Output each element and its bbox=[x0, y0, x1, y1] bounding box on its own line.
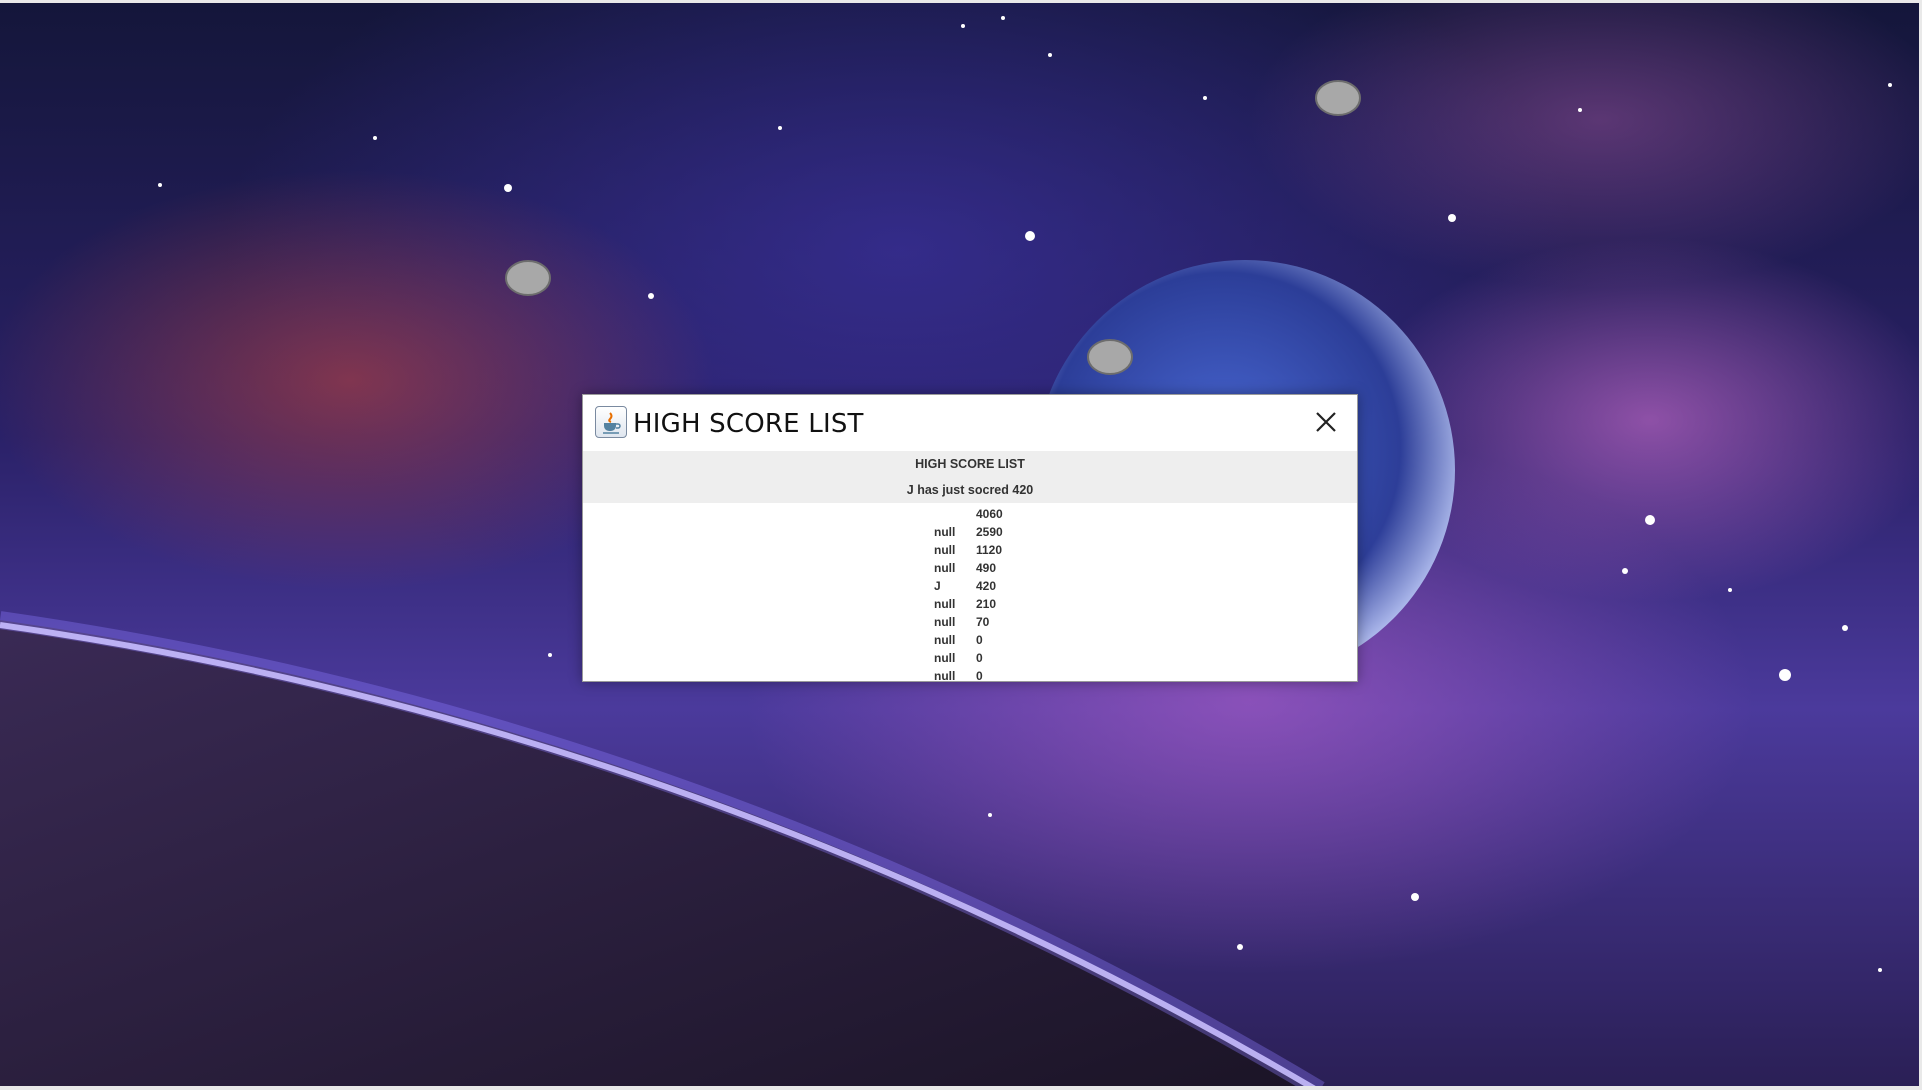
score-name: null bbox=[934, 543, 956, 557]
score-name: null bbox=[934, 525, 956, 539]
close-button[interactable] bbox=[1309, 405, 1343, 439]
window-title: HIGH SCORE LIST bbox=[633, 409, 864, 439]
score-value: 0 bbox=[976, 669, 983, 682]
score-name: null bbox=[934, 615, 956, 629]
latest-score-message: J has just socred 420 bbox=[906, 483, 1034, 497]
screen-bottom-edge bbox=[0, 1086, 1922, 1090]
score-row: J 420 bbox=[583, 577, 1357, 595]
dialog-titlebar[interactable]: HIGH SCORE LIST bbox=[583, 395, 1357, 451]
score-name: null bbox=[934, 597, 956, 611]
score-row: null 0 bbox=[583, 631, 1357, 649]
score-name: null bbox=[934, 651, 956, 665]
game-scene: HIGH SCORE LIST HIGH SCORE LIST J has ju… bbox=[0, 0, 1922, 1090]
score-value: 1120 bbox=[976, 543, 1003, 557]
score-row: null 0 bbox=[583, 667, 1357, 682]
score-row: null 70 bbox=[583, 613, 1357, 631]
close-icon bbox=[1316, 412, 1336, 432]
score-name: J bbox=[934, 579, 941, 593]
score-value: 0 bbox=[976, 633, 983, 647]
high-score-dialog: HIGH SCORE LIST HIGH SCORE LIST J has ju… bbox=[582, 394, 1358, 682]
score-value: 4060 bbox=[976, 507, 1003, 521]
score-value: 490 bbox=[976, 561, 997, 575]
score-value: 210 bbox=[976, 597, 997, 611]
asteroid bbox=[1087, 339, 1133, 375]
asteroid bbox=[1315, 80, 1361, 116]
dialog-header-panel: HIGH SCORE LIST J has just socred 420 bbox=[583, 451, 1357, 503]
score-name: null bbox=[934, 561, 956, 575]
score-row: null 210 bbox=[583, 595, 1357, 613]
planet-surface bbox=[0, 620, 1320, 1090]
score-value: 0 bbox=[976, 651, 983, 665]
score-value: 2590 bbox=[976, 525, 1003, 539]
screen-top-edge bbox=[0, 0, 1922, 3]
score-row: 4060 bbox=[583, 505, 1357, 523]
java-icon bbox=[595, 406, 627, 438]
score-value: 70 bbox=[976, 615, 990, 629]
score-name bbox=[934, 505, 976, 523]
score-name: null bbox=[934, 669, 956, 682]
score-row: null 490 bbox=[583, 559, 1357, 577]
score-row: null 1120 bbox=[583, 541, 1357, 559]
asteroid bbox=[505, 260, 551, 296]
score-row: null 0 bbox=[583, 649, 1357, 667]
score-name: null bbox=[934, 633, 956, 647]
score-row: null 2590 bbox=[583, 523, 1357, 541]
score-list: 4060 null 2590 null 1120 null 490 J 420 … bbox=[583, 503, 1357, 682]
score-list-heading: HIGH SCORE LIST bbox=[915, 457, 1025, 471]
score-value: 420 bbox=[976, 579, 997, 593]
